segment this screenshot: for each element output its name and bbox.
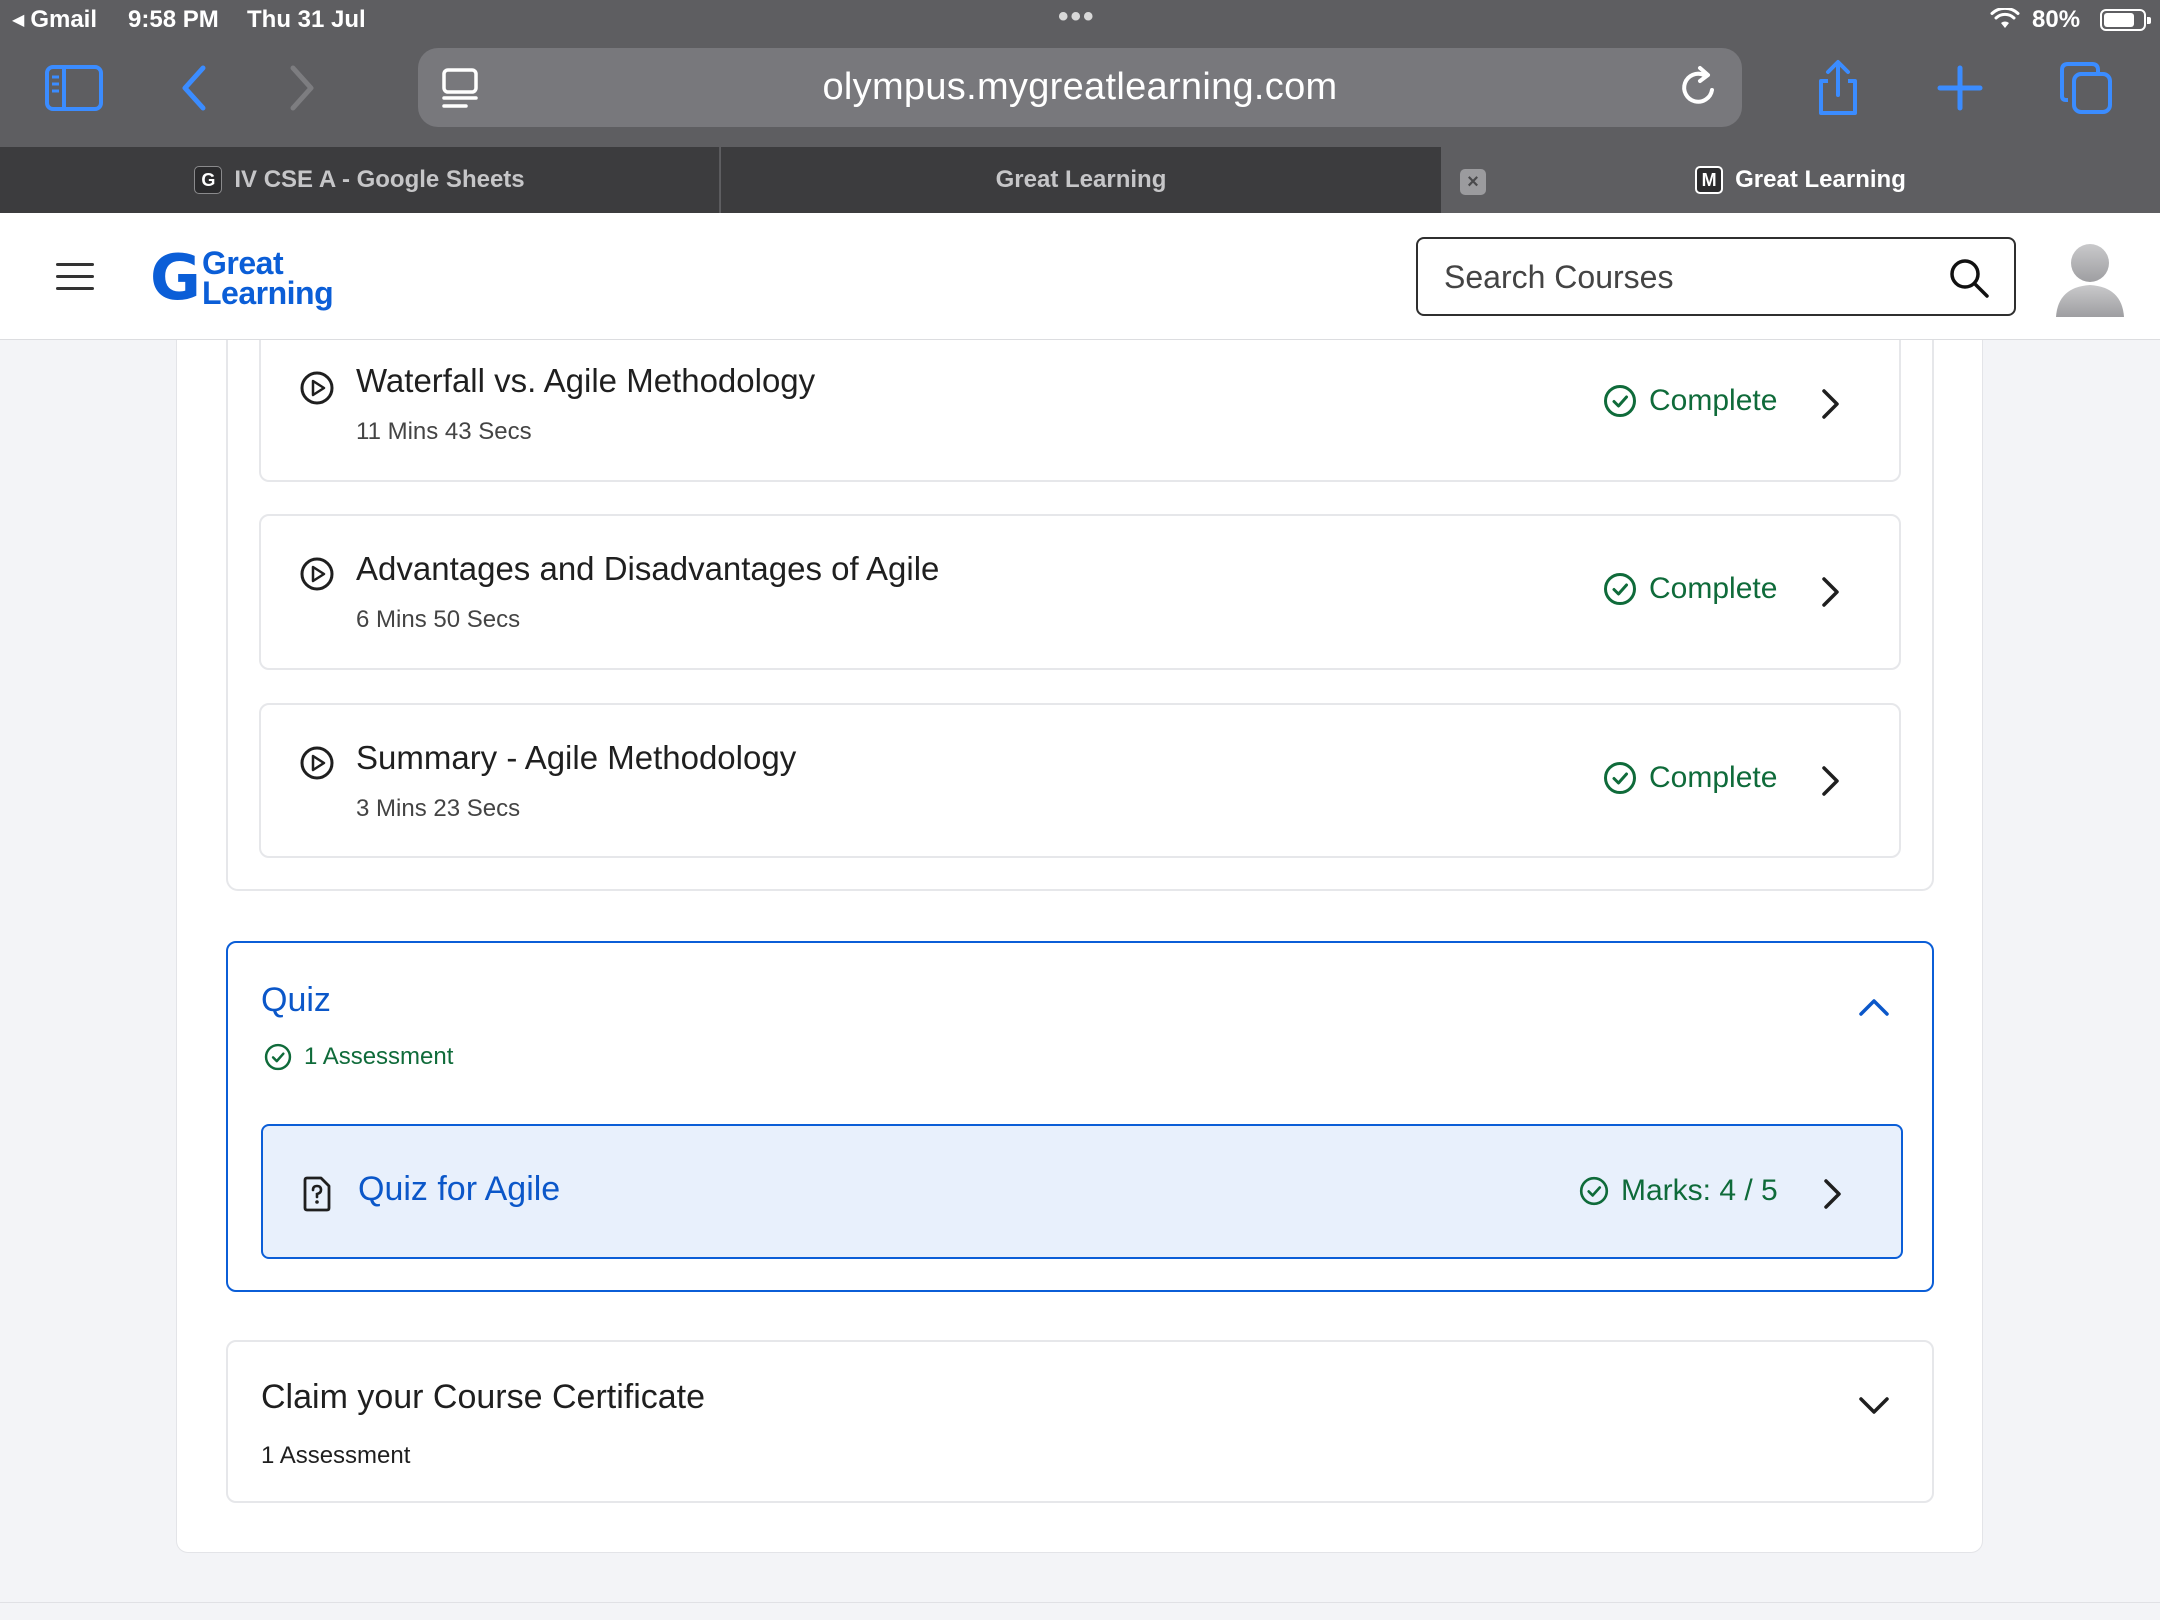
lesson-title: Advantages and Disadvantages of Agile [356, 550, 940, 587]
browser-chrome: ◀ Gmail 9:58 PM Thu 31 Jul ••• 80% olympu… [0, 0, 2160, 213]
certificate-section[interactable]: Claim your Course Certificate 1 Assessme… [226, 1340, 1934, 1503]
play-circle-icon [300, 746, 334, 780]
lesson-row[interactable]: Advantages and Disadvantages of Agile 6 … [259, 514, 1901, 670]
great-learning-logo[interactable]: G Great Learning [150, 243, 350, 313]
share-button[interactable] [1810, 56, 1866, 120]
chevron-right-icon [290, 65, 314, 111]
logo-mark: G [150, 241, 201, 314]
wifi-icon [1990, 6, 2020, 37]
certificate-section-title[interactable]: Claim your Course Certificate [261, 1378, 705, 1417]
status-label: Complete [1649, 384, 1778, 417]
tab-label: Great Learning [995, 166, 1167, 193]
browser-tab[interactable]: Great Learning [721, 147, 1441, 213]
new-tab-button[interactable] [1932, 58, 1988, 118]
lesson-row[interactable]: Waterfall vs. Agile Methodology 11 Mins … [259, 340, 1901, 482]
lesson-status: Complete [1603, 572, 1777, 606]
lesson-duration: 11 Mins 43 Secs [356, 418, 532, 445]
sidebar-toggle-button[interactable] [40, 60, 108, 116]
search-box [1416, 237, 2016, 316]
logo-text-line2: Learning [202, 275, 334, 311]
browser-tab-active[interactable]: M Great Learning [1441, 147, 2160, 213]
check-circle-icon [1579, 1176, 1609, 1206]
quiz-section: Quiz 1 Assessment Quiz for Agile Marks: … [226, 941, 1934, 1292]
status-label: Complete [1649, 761, 1778, 794]
quiz-marks: Marks: 4 / 5 [1579, 1174, 1778, 1208]
share-icon [1819, 60, 1857, 115]
status-time: 9:58 PM [128, 6, 219, 33]
quiz-assessment-count: 1 Assessment [264, 1043, 453, 1071]
chevron-left-icon [182, 65, 206, 111]
check-circle-icon [264, 1043, 292, 1071]
lesson-status: Complete [1603, 761, 1777, 795]
page-bottom-divider [0, 1602, 2160, 1603]
battery-icon [2100, 9, 2151, 31]
lesson-duration: 3 Mins 23 Secs [356, 795, 521, 822]
address-bar[interactable]: olympus.mygreatlearning.com [418, 48, 1742, 127]
check-circle-icon [1604, 385, 1636, 417]
quiz-document-icon [303, 1176, 331, 1212]
lesson-status: Complete [1603, 384, 1777, 418]
user-avatar-icon [2056, 244, 2124, 317]
browser-tab[interactable]: G IV CSE A - Google Sheets [0, 147, 720, 213]
back-to-app-link[interactable]: ◀ Gmail [12, 6, 97, 34]
back-button[interactable] [168, 60, 220, 116]
url-text[interactable]: olympus.mygreatlearning.com [418, 66, 1742, 109]
back-app-label: Gmail [30, 6, 98, 33]
assessment-count-label: 1 Assessment [304, 1043, 454, 1070]
tab-label: Great Learning [1735, 166, 1906, 193]
status-date: Thu 31 Jul [247, 6, 366, 33]
tabs-icon [2060, 62, 2112, 114]
tab-label: IV CSE A - Google Sheets [234, 166, 525, 193]
chevron-right-icon[interactable] [1821, 1176, 1845, 1212]
play-circle-icon [300, 557, 334, 591]
marks-label: Marks: 4 / 5 [1621, 1174, 1778, 1207]
search-icon[interactable] [1948, 257, 1990, 299]
lesson-duration: 6 Mins 50 Secs [356, 606, 521, 633]
hamburger-menu-icon[interactable] [54, 259, 98, 295]
great-learning-favicon-icon: M [1695, 166, 1724, 194]
battery-percent: 80% [2032, 6, 2081, 33]
lesson-title: Waterfall vs. Agile Methodology [356, 362, 816, 399]
chevron-right-icon[interactable] [1819, 386, 1843, 422]
check-circle-icon [1604, 573, 1636, 605]
chevron-down-icon[interactable] [1856, 1394, 1892, 1418]
status-bar: ◀ Gmail 9:58 PM Thu 31 Jul ••• 80% [0, 0, 2160, 40]
chevron-up-icon[interactable] [1856, 995, 1892, 1019]
back-triangle-icon: ◀ [12, 12, 25, 29]
quiz-item-row[interactable]: Quiz for Agile Marks: 4 / 5 [261, 1124, 1903, 1259]
tab-close-icon[interactable]: × [1460, 169, 1486, 195]
tab-overview-button[interactable] [2056, 58, 2116, 118]
forward-button[interactable] [276, 60, 328, 116]
avatar[interactable] [2054, 239, 2126, 317]
chevron-right-icon[interactable] [1819, 574, 1843, 610]
chevron-right-icon[interactable] [1819, 763, 1843, 799]
status-label: Complete [1649, 572, 1778, 605]
reload-icon[interactable] [1674, 64, 1722, 112]
quiz-section-title[interactable]: Quiz [261, 981, 331, 1020]
search-input[interactable] [1442, 255, 1922, 299]
lesson-title: Summary - Agile Methodology [356, 739, 797, 776]
lesson-row[interactable]: Summary - Agile Methodology 3 Mins 23 Se… [259, 703, 1901, 858]
check-circle-icon [1604, 762, 1636, 794]
multitasking-dots[interactable]: ••• [1058, 0, 1096, 34]
certificate-assessment-count: 1 Assessment [261, 1442, 411, 1469]
play-circle-icon [300, 371, 334, 405]
sidebar-icon [45, 65, 103, 111]
site-header: G Great Learning [0, 213, 2160, 340]
google-sheets-favicon-icon: G [194, 166, 223, 194]
tab-strip: G IV CSE A - Google Sheets Great Learnin… [0, 147, 2160, 213]
plus-icon [1937, 65, 1983, 111]
quiz-item-title: Quiz for Agile [358, 1170, 561, 1208]
